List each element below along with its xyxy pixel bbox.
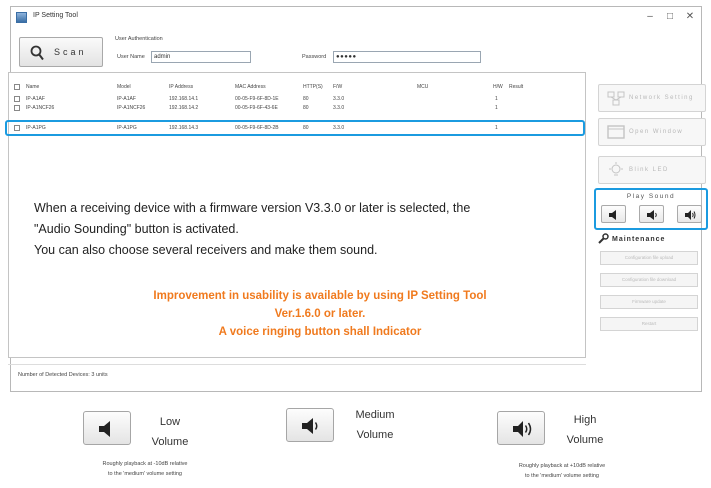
table-header: Name Model IP Address MAC Address HTTP(S… xyxy=(9,83,585,92)
high-volume-label: High Volume xyxy=(560,410,610,450)
restart-button[interactable]: Restart xyxy=(600,317,698,331)
window-title: IP Setting Tool xyxy=(33,12,78,19)
info-line-2: "Audio Sounding" button is activated. xyxy=(34,222,239,236)
table-row[interactable]: IP-A1NCF26 IP-A1NCF26 192.168.14.2 00-05… xyxy=(9,104,585,111)
close-button[interactable]: ✕ xyxy=(681,10,699,24)
play-sound-group: Play Sound xyxy=(594,188,708,230)
cell-mac: 00-05-F9-6F-8D-1E xyxy=(235,96,279,102)
username-label: User Name xyxy=(117,54,145,60)
legend-high-volume-button xyxy=(497,411,545,445)
open-window-button[interactable]: Open Window xyxy=(598,118,706,146)
low-note-2: to the 'medium' volume setting xyxy=(108,471,182,477)
cell-mac: 00-05-F9-6F-43-6E xyxy=(235,105,278,111)
search-icon xyxy=(30,45,44,61)
firmware-update-button[interactable]: Firmware update xyxy=(600,295,698,309)
low-label-1: Low xyxy=(159,416,181,428)
scan-label: Scan xyxy=(54,47,87,57)
row-checkbox[interactable] xyxy=(14,105,20,111)
title-bar: IP Setting Tool – □ ✕ xyxy=(11,7,701,29)
window-icon xyxy=(607,125,625,139)
cell-ip: 192.168.14.1 xyxy=(169,96,199,102)
speaker-low-icon xyxy=(99,421,110,437)
col-ip: IP Address xyxy=(169,84,194,90)
low-volume-label: Low Volume xyxy=(150,412,190,452)
high-volume-note: Roughly playback at +10dB relative to th… xyxy=(472,461,652,481)
password-label: Password xyxy=(302,54,327,60)
username-input[interactable]: admin xyxy=(151,51,251,63)
cell-model: IP-A1NCF26 xyxy=(117,105,146,111)
high-note-2: to the 'medium' volume setting xyxy=(525,473,599,479)
col-mac: MAC Address xyxy=(235,84,266,90)
config-upload-button[interactable]: Configuration file upload xyxy=(600,251,698,265)
high-label-2: Volume xyxy=(566,434,604,446)
notice-line-2: Ver.1.6.0 or later. xyxy=(274,308,366,320)
low-note-1: Roughly playback at -10dB relative xyxy=(102,461,188,467)
medium-volume-label: Medium Volume xyxy=(350,405,400,445)
select-all-checkbox[interactable] xyxy=(14,84,20,90)
cell-hw: 1 xyxy=(495,105,498,111)
status-bar: Number of Detected Devices: 3 units xyxy=(8,364,586,386)
table-row[interactable]: IP-A1AF IP-A1AF 192.168.14.1 00-05-F9-6F… xyxy=(9,95,585,104)
blink-led-label: Blink LED xyxy=(629,167,669,173)
blink-led-button[interactable]: Blink LED xyxy=(598,156,706,184)
cell-name: IP-A1AF xyxy=(26,96,45,102)
cell-hw: 1 xyxy=(495,96,498,102)
cell-https: 80 xyxy=(303,96,309,102)
app-icon xyxy=(16,12,27,23)
speaker-medium-icon xyxy=(647,210,657,220)
cell-name: IP-A1NCF26 xyxy=(26,105,55,111)
medium-label-1: Medium xyxy=(355,409,395,421)
auth-title: User Authentication xyxy=(115,36,163,42)
user-authentication: User Authentication User Name admin Pass… xyxy=(107,34,483,72)
notice-line-3: A voice ringing button shall Indicator xyxy=(218,326,422,338)
info-line-1: When a receiving device with a firmware … xyxy=(34,201,471,215)
medium-label-2: Volume xyxy=(356,429,394,441)
wrench-icon xyxy=(598,233,609,244)
network-setting-label: Network Setting xyxy=(629,95,694,101)
high-note-1: Roughly playback at +10dB relative xyxy=(518,463,606,469)
speaker-low-icon xyxy=(609,210,616,220)
col-mcu: MCU xyxy=(417,84,429,90)
row-checkbox[interactable] xyxy=(14,96,20,102)
col-fw: F/W xyxy=(333,84,343,90)
col-https: HTTP(S) xyxy=(303,84,323,90)
network-icon xyxy=(607,91,625,106)
high-volume-button[interactable] xyxy=(677,205,702,223)
col-model: Model xyxy=(117,84,131,90)
info-text: When a receiving device with a firmware … xyxy=(34,198,579,261)
cell-model: IP-A1AF xyxy=(117,96,136,102)
config-download-button[interactable]: Configuration file download xyxy=(600,273,698,287)
speaker-high-icon xyxy=(685,210,696,220)
play-sound-title: Play Sound xyxy=(626,193,676,200)
scan-button[interactable]: Scan xyxy=(19,37,103,67)
medium-volume-button[interactable] xyxy=(639,205,664,223)
maximize-button[interactable]: □ xyxy=(661,10,679,24)
cell-https: 80 xyxy=(303,105,309,111)
cell-ip: 192.168.14.2 xyxy=(169,105,199,111)
network-setting-button[interactable]: Network Setting xyxy=(598,84,706,112)
notice-line-1: Improvement in usability is available by… xyxy=(153,290,487,302)
usability-notice: Improvement in usability is available by… xyxy=(60,287,580,341)
speaker-medium-icon xyxy=(302,418,318,434)
legend-low-volume-button xyxy=(83,411,131,445)
cell-fw: 3.3.0 xyxy=(333,105,345,111)
cell-fw: 3.3.0 xyxy=(333,96,345,102)
col-hw: H/W xyxy=(493,84,503,90)
speaker-high-icon xyxy=(513,421,532,437)
selected-row-highlight xyxy=(5,120,585,136)
info-line-3: You can also choose several receivers an… xyxy=(34,243,378,257)
minimize-button[interactable]: – xyxy=(641,10,659,24)
high-label-1: High xyxy=(573,414,597,426)
led-icon xyxy=(609,162,623,176)
maintenance-title: Maintenance xyxy=(612,236,666,243)
low-label-2: Volume xyxy=(151,436,189,448)
open-window-label: Open Window xyxy=(629,129,684,135)
legend-medium-volume-button xyxy=(286,408,334,442)
password-input[interactable]: ●●●●● xyxy=(333,51,481,63)
col-name: Name xyxy=(26,84,40,90)
col-result: Result xyxy=(509,84,524,90)
low-volume-note: Roughly playback at -10dB relative to th… xyxy=(55,459,235,479)
low-volume-button[interactable] xyxy=(601,205,626,223)
